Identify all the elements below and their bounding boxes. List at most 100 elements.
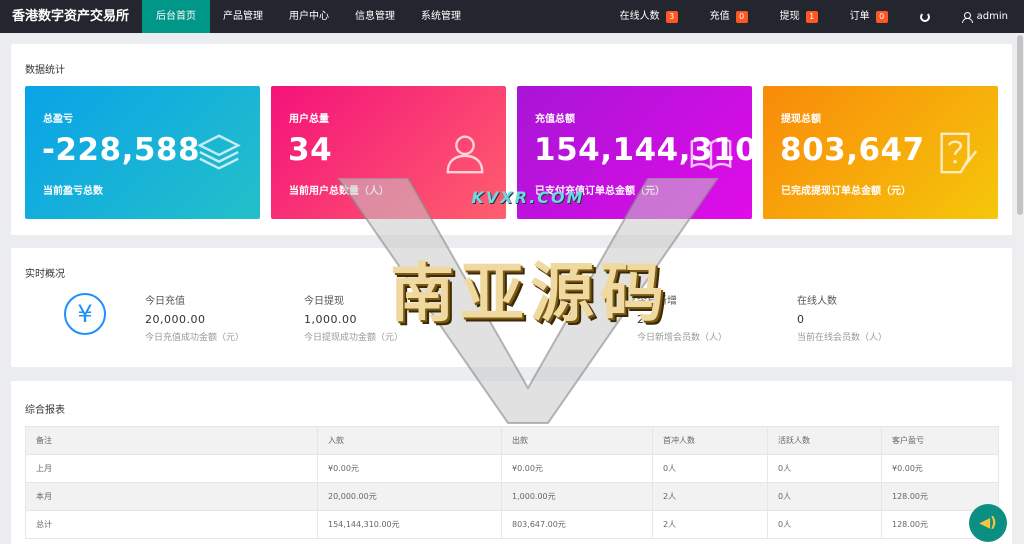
card-desc: 已支付充值订单总金额（元） — [535, 186, 665, 197]
report-table: 备注 入款 出款 首冲人数 活跃人数 客户盈亏 上月 ¥0.00元 ¥0.00元… — [25, 426, 999, 539]
stat-value: 2 — [637, 313, 645, 326]
layers-icon — [197, 134, 241, 170]
withdraw-label: 提现 — [779, 11, 800, 22]
online-badge: 3 — [665, 10, 678, 23]
stat-desc: 当前在线会员数（人） — [797, 333, 888, 343]
card-value: -228,588 — [42, 132, 201, 168]
stat-today-withdraw: 今日提现 1,000.00 今日提现成功金额（元） — [304, 292, 474, 343]
col-note: 备注 — [25, 426, 318, 455]
stat-value: 20,000.00 — [145, 313, 206, 326]
withdraw-badge: 1 — [805, 10, 818, 23]
card-desc: 已完成提现订单总金额（元） — [781, 186, 911, 197]
main-nav: 后台首页 产品管理 用户中心 信息管理 系统管理 — [142, 0, 474, 33]
nav-products[interactable]: 产品管理 — [210, 0, 276, 33]
table-row: 总计 154,144,310.00元 803,647.00元 2人 0人 128… — [25, 510, 999, 539]
table-cell: 本月 — [25, 482, 318, 511]
col-active: 活跃人数 — [767, 426, 882, 455]
refresh-button[interactable] — [904, 0, 946, 33]
card-label: 充值总额 — [535, 114, 575, 125]
user-icon — [446, 135, 484, 174]
report-panel: 综合报表 备注 入款 出款 首冲人数 活跃人数 客户盈亏 上月 ¥0.00元 ¥… — [11, 381, 1012, 544]
sound-button[interactable]: ◀) — [969, 504, 1007, 542]
nav-system[interactable]: 系统管理 — [408, 0, 474, 33]
card-value: 803,647 — [780, 132, 925, 168]
stat-desc: 今日充值成功金额（元） — [145, 333, 245, 343]
orders-badge: 0 — [875, 10, 888, 23]
table-cell: 1,000.00元 — [501, 482, 653, 511]
orders-label: 订单 — [849, 11, 870, 22]
stat-value: 0 — [797, 313, 805, 326]
card-total-users: 用户总量 34 当前用户总数量（人） — [271, 86, 506, 219]
card-label: 提现总额 — [781, 114, 821, 125]
stat-cards: 总盈亏 -228,588 当前盈亏总数 用户总量 34 当前用户总数量（人） 充… — [25, 86, 998, 219]
withdraw-link[interactable]: 提现 1 — [764, 0, 834, 33]
online-count-link[interactable]: 在线人数 3 — [604, 0, 694, 33]
card-desc: 当前用户总数量（人） — [289, 186, 389, 197]
table-cell: 0人 — [767, 510, 882, 539]
card-desc: 当前盈亏总数 — [43, 186, 103, 197]
orders-link[interactable]: 订单 0 — [834, 0, 904, 33]
col-first-deposit: 首冲人数 — [652, 426, 768, 455]
top-navbar: 香港数字资产交易所 后台首页 产品管理 用户中心 信息管理 系统管理 在线人数 … — [0, 0, 1024, 33]
stats-panel-title: 数据统计 — [25, 65, 65, 76]
realtime-panel: 实时概况 ¥ 今日充值 20,000.00 今日充值成功金额（元） 今日提现 1… — [11, 248, 1012, 367]
stat-label: 今日提现 — [304, 296, 344, 307]
table-cell: ¥0.00元 — [881, 454, 999, 483]
recharge-badge: 0 — [735, 10, 748, 23]
stat-desc: 今日新增会员数（人） — [637, 333, 728, 343]
table-header-row: 备注 入款 出款 首冲人数 活跃人数 客户盈亏 — [25, 426, 999, 455]
right-nav: 在线人数 3 充值 0 提现 1 订单 0 admin — [604, 0, 1024, 33]
table-cell: 2人 — [652, 510, 768, 539]
stat-today-recharge: 今日充值 20,000.00 今日充值成功金额（元） — [145, 292, 315, 343]
recharge-label: 充值 — [709, 11, 730, 22]
stat-online: 在线人数 0 当前在线会员数（人） — [797, 292, 967, 343]
stat-desc: 今日提现成功金额（元） — [304, 333, 404, 343]
page-scrollbar[interactable] — [1016, 33, 1024, 544]
user-menu[interactable]: admin — [946, 0, 1024, 33]
nav-dashboard[interactable]: 后台首页 — [142, 0, 210, 33]
stat-value: 1,000.00 — [304, 313, 357, 326]
speaker-icon: ◀) — [979, 515, 997, 531]
table-row: 本月 20,000.00元 1,000.00元 2人 0人 128.00元 — [25, 482, 999, 511]
question-note-icon — [940, 132, 978, 174]
card-total-profit: 总盈亏 -228,588 当前盈亏总数 — [25, 86, 260, 219]
table-cell: 总计 — [25, 510, 318, 539]
report-panel-title: 综合报表 — [25, 405, 65, 416]
table-cell: 上月 — [25, 454, 318, 483]
stat-label: 今日新增 — [637, 296, 677, 307]
col-client-profit: 客户盈亏 — [881, 426, 999, 455]
brand-title: 香港数字资产交易所 — [12, 9, 130, 24]
refresh-icon — [919, 11, 930, 22]
stats-panel: 数据统计 总盈亏 -228,588 当前盈亏总数 用户总量 34 当前用户总数量… — [11, 44, 1012, 235]
table-cell: ¥0.00元 — [317, 454, 502, 483]
recharge-link[interactable]: 充值 0 — [694, 0, 764, 33]
table-cell: 803,647.00元 — [501, 510, 653, 539]
table-cell: 2人 — [652, 482, 768, 511]
online-label: 在线人数 — [619, 11, 660, 22]
card-label: 总盈亏 — [43, 114, 73, 125]
yen-icon: ¥ — [64, 293, 106, 335]
card-value: 34 — [288, 132, 333, 168]
col-deposit: 入款 — [317, 426, 502, 455]
book-icon — [690, 137, 732, 170]
stat-label: 今日充值 — [145, 296, 185, 307]
card-total-withdraw: 提现总额 803,647 已完成提现订单总金额（元） — [763, 86, 998, 219]
user-icon — [961, 11, 973, 23]
table-cell: 0人 — [767, 482, 882, 511]
card-label: 用户总量 — [289, 114, 329, 125]
card-total-recharge: 充值总额 154,144,310 已支付充值订单总金额（元） — [517, 86, 752, 219]
table-row: 上月 ¥0.00元 ¥0.00元 0人 0人 ¥0.00元 — [25, 454, 999, 483]
stat-today-new: 今日新增 2 今日新增会员数（人） — [637, 292, 807, 343]
nav-users[interactable]: 用户中心 — [276, 0, 342, 33]
user-name: admin — [976, 11, 1008, 22]
table-cell: 154,144,310.00元 — [317, 510, 502, 539]
stat-label: 在线人数 — [797, 296, 837, 307]
scrollbar-thumb[interactable] — [1017, 35, 1023, 215]
table-cell: 0人 — [652, 454, 768, 483]
table-cell: 0人 — [767, 454, 882, 483]
table-cell: ¥0.00元 — [501, 454, 653, 483]
nav-info[interactable]: 信息管理 — [342, 0, 408, 33]
realtime-panel-title: 实时概况 — [25, 269, 65, 280]
table-cell: 20,000.00元 — [317, 482, 502, 511]
col-payout: 出款 — [501, 426, 653, 455]
